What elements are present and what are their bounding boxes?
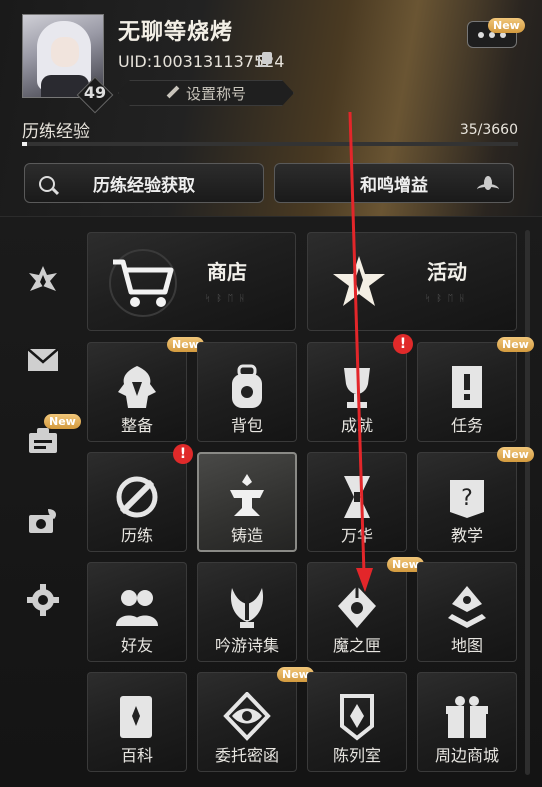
sidebar-camera[interactable]: [22, 500, 64, 540]
menu-tile-label: 教学: [450, 526, 483, 545]
events-label: 活动: [427, 260, 467, 284]
menu-tile-label: 任务: [450, 416, 483, 435]
menu-tile-label: 百科: [120, 746, 153, 765]
menu-tile-label: 万华: [340, 526, 373, 545]
crest-icon: [29, 266, 57, 291]
exp-acquire-label: 历练经验获取: [93, 175, 195, 196]
menu-tile-showcase[interactable]: 陈列室: [307, 672, 407, 772]
hourglass-icon: [344, 476, 370, 518]
new-badge: New: [488, 18, 525, 33]
new-badge: New: [497, 447, 534, 462]
menu-tile-label: 历练: [120, 526, 153, 545]
menu-tile-hourglass[interactable]: 万华: [307, 452, 407, 552]
menu-tile-label: 委托密函: [214, 746, 279, 765]
menu-tile-lyre[interactable]: 吟游诗集: [197, 562, 297, 662]
menu-tile-training[interactable]: 历练: [87, 452, 187, 552]
experience-value: 35/3660: [459, 122, 518, 138]
menu-tile-label: 整备: [120, 416, 153, 435]
resonance-boost-button[interactable]: 和鸣增益: [274, 163, 514, 203]
menu-tile-eye-seal[interactable]: 委托密函: [197, 672, 297, 772]
armor-icon: [118, 366, 156, 408]
encyclopedia-icon: [120, 696, 152, 738]
help-book-icon: ?: [450, 480, 484, 518]
set-title-button[interactable]: 设置称号: [118, 80, 294, 106]
new-badge: New: [497, 337, 534, 352]
sidebar-card-new-badge: New: [44, 414, 81, 429]
exp-acquire-button[interactable]: 历练经验获取: [24, 163, 264, 203]
events-rune-text: ᛋᛒᛖᚺ: [425, 294, 471, 304]
lotus-icon: [477, 176, 499, 192]
lyre-icon: [230, 588, 264, 628]
svg-text:?: ?: [461, 486, 473, 511]
sidebar-settings[interactable]: [22, 580, 64, 620]
set-title-label: 设置称号: [185, 84, 246, 103]
backpack-icon: [232, 364, 262, 408]
sidebar-emblem[interactable]: [22, 260, 64, 300]
menu-tile-quest-scroll[interactable]: 任务: [417, 342, 517, 442]
menu-tile-armor[interactable]: 整备: [87, 342, 187, 442]
copy-icon[interactable]: [258, 52, 272, 68]
map-icon: [448, 586, 486, 628]
id-card-icon: [29, 428, 57, 453]
anvil-icon: [230, 474, 264, 516]
menu-tile-label: 魔之匣: [332, 636, 381, 655]
quest-scroll-icon: [452, 366, 482, 408]
cart-icon: [109, 249, 177, 317]
menu-tile-label: 铸造: [230, 526, 263, 545]
resonance-boost-label: 和鸣增益: [360, 175, 428, 196]
star-emblem-icon: [333, 256, 385, 306]
menu-tile-label: 周边商城: [434, 746, 499, 765]
avatar-face: [51, 37, 79, 67]
shop-label: 商店: [207, 260, 247, 284]
username: 无聊等烧烤: [118, 20, 234, 45]
search-icon: [39, 176, 55, 192]
menu-tile-encyclopedia[interactable]: 百科: [87, 672, 187, 772]
magic-box-icon: [338, 586, 376, 628]
experience-label: 历练经验: [22, 122, 90, 142]
camera-icon: [29, 509, 56, 533]
experience-bar-fill: [22, 142, 27, 146]
alert-badge: !: [393, 334, 413, 354]
menu-tile-label: 地图: [450, 636, 483, 655]
gift-icon: [446, 696, 488, 738]
menu-tile-label: 好友: [120, 636, 153, 655]
menu-tile-backpack[interactable]: 背包: [197, 342, 297, 442]
events-tile[interactable]: 活动 ᛋᛒᛖᚺ: [307, 232, 517, 331]
menu-tile-map[interactable]: 地图: [417, 562, 517, 662]
menu-tile-help-book[interactable]: ? 教学: [417, 452, 517, 552]
menu-tile-label: 陈列室: [332, 746, 381, 765]
level-text: 49: [83, 83, 107, 102]
dot-icon: [478, 31, 484, 38]
gear-icon: [27, 584, 59, 616]
menu-tile-friends[interactable]: 好友: [87, 562, 187, 662]
menu-tile-gift[interactable]: 周边商城: [417, 672, 517, 772]
experience-bar: [22, 142, 518, 146]
friends-icon: [116, 590, 158, 626]
pencil-icon: [166, 86, 180, 100]
menu-tile-label: 吟游诗集: [214, 636, 279, 655]
shop-rune-text: ᛋᛒᛖᚺ: [205, 294, 251, 304]
menu-tile-label: 背包: [230, 416, 263, 435]
eye-seal-icon: [223, 692, 271, 741]
sidebar-mail[interactable]: [22, 340, 64, 380]
training-icon: [116, 476, 158, 518]
scrollbar[interactable]: [525, 230, 530, 775]
mail-icon: [27, 348, 59, 371]
menu-tile-magic-box[interactable]: 魔之匣: [307, 562, 407, 662]
shop-tile[interactable]: 商店 ᛋᛒᛖᚺ: [87, 232, 296, 331]
alert-badge: !: [173, 444, 193, 464]
showcase-icon: [340, 694, 374, 741]
trophy-icon: [344, 368, 370, 408]
menu-tile-label: 成就: [340, 416, 373, 435]
menu-tile-trophy[interactable]: 成就: [307, 342, 407, 442]
menu-tile-anvil[interactable]: 铸造: [197, 452, 297, 552]
